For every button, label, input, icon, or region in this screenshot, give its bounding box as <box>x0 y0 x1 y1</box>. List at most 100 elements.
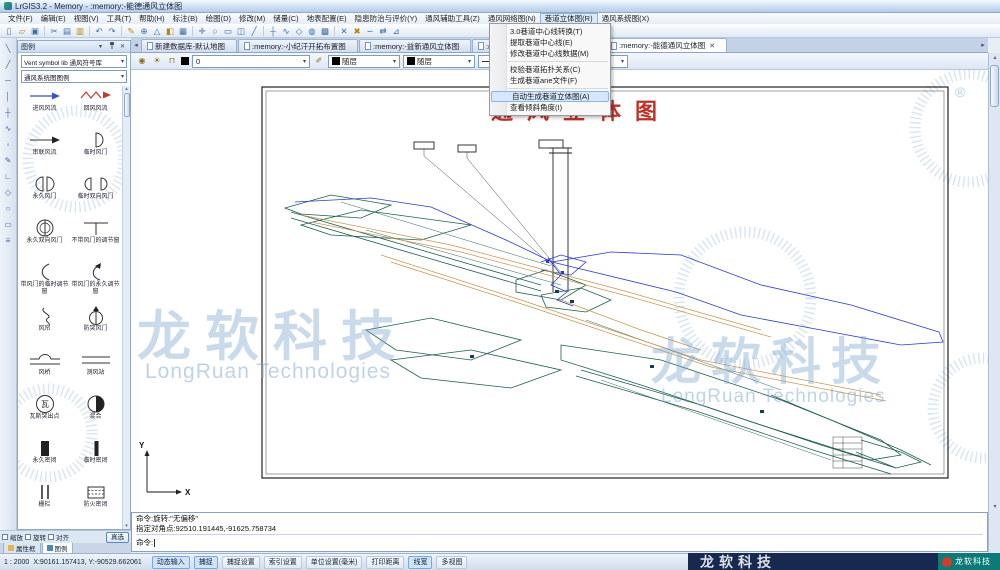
draw-tool-icon[interactable]: ∿ <box>2 122 15 135</box>
symbol-mixed[interactable]: 混合 <box>70 394 121 438</box>
menu-hazard[interactable]: 隐患防治与评价(Y) <box>351 13 422 24</box>
symbol-temp-air-door[interactable]: 临时风门 <box>70 130 121 174</box>
draw-tool-icon[interactable]: ─ <box>2 74 15 87</box>
draw-tool-icon[interactable]: ○ <box>2 202 15 215</box>
sphere-icon[interactable]: ◍ <box>306 25 318 37</box>
draw-tool-icon[interactable]: ◇ <box>2 186 15 199</box>
symbol-temp-regulator[interactable]: 带风门的临时调节窗 <box>19 262 70 306</box>
command-input[interactable]: 命令: <box>136 535 983 548</box>
menu-surface-config[interactable]: 地表配置(E) <box>303 13 351 24</box>
draw-tool-icon[interactable]: ▭ <box>2 218 15 231</box>
zoom-checkbox[interactable] <box>2 534 8 540</box>
hatch-icon[interactable]: ▩ <box>319 25 331 37</box>
symbol-return-airflow[interactable]: 回风风流 <box>70 86 121 130</box>
draw-tool-icon[interactable]: ≡ <box>2 234 15 247</box>
dynamic-input-toggle[interactable]: 动态输入 <box>152 556 190 569</box>
menu-reserves[interactable]: 储量(C) <box>269 13 302 24</box>
vertical-scrollbar[interactable]: ▴ ▾ <box>988 53 1000 512</box>
scrollbar-thumb[interactable] <box>124 93 130 117</box>
menu-view[interactable]: 视图(V) <box>70 13 103 24</box>
sun-icon[interactable]: ☀ <box>151 55 163 67</box>
draw-tool-icon[interactable]: ╱ <box>2 58 15 71</box>
unit-settings-button[interactable]: 单位设置(毫米) <box>306 556 363 569</box>
open-icon[interactable]: ▱ <box>16 25 28 37</box>
menu-help[interactable]: 帮助(H) <box>135 13 168 24</box>
draw-tool-icon[interactable]: │ <box>2 90 15 103</box>
align-checkbox[interactable] <box>48 534 54 540</box>
select-button[interactable]: 真选 <box>106 532 129 543</box>
color-select[interactable]: 随层 ▾ <box>328 55 400 68</box>
menu-drawing[interactable]: 绘图(D) <box>202 13 235 24</box>
pin-icon[interactable] <box>107 42 116 51</box>
symbol-perm-regulator[interactable]: 带风门的永久调节窗 <box>70 262 121 306</box>
menu-item-view-dip-angle[interactable]: 查看倾斜角度(I) <box>490 102 610 113</box>
symbol-gas-outburst-point[interactable]: 瓦 瓦斯突出点 <box>19 394 70 438</box>
snap-icon[interactable]: ⊕ <box>138 25 150 37</box>
draw-tool-icon[interactable]: ╲ <box>2 42 15 55</box>
tab-scroll-right-icon[interactable]: ▸ <box>978 39 988 52</box>
menu-item-centerline-convert[interactable]: 3.0巷道中心线转换(T) <box>490 26 610 37</box>
command-panel[interactable]: 命令:旋转:"无偏移" 指定对角点:92510.191445,-91625.75… <box>131 512 988 552</box>
snap-toggle[interactable]: 捕捉 <box>194 556 218 569</box>
rotate-icon[interactable]: ○ <box>209 25 221 37</box>
grid-icon[interactable]: ▦ <box>177 25 189 37</box>
scroll-up-icon[interactable]: ▴ <box>989 53 1000 63</box>
print-distance-button[interactable]: 打印距离 <box>366 556 404 569</box>
tab-default-map[interactable]: 新建数据库-默认地图 <box>141 39 237 52</box>
symbol-air-curtain[interactable]: 风帘 <box>19 306 70 350</box>
scroll-down-icon[interactable]: ▾ <box>125 523 128 529</box>
draw-tool-icon[interactable]: ┼ <box>2 106 15 119</box>
line-icon[interactable]: ╱ <box>248 25 260 37</box>
scroll-up-icon[interactable]: ▴ <box>125 86 128 92</box>
snap-settings-button[interactable]: 捕捉设置 <box>222 556 260 569</box>
redo-icon[interactable]: ↷ <box>106 25 118 37</box>
tab-scroll-left-icon[interactable]: ◂ <box>131 39 141 52</box>
legend-scrollbar[interactable]: ▴ ▾ <box>122 86 130 529</box>
drawing-canvas[interactable]: Y X 通风立体图 龙软科技 LongRuan Technologies 龙软科… <box>131 70 988 512</box>
symbol-temp-seal[interactable]: 临时密闭 <box>70 438 121 482</box>
symbol-measuring-station[interactable]: 测风站 <box>70 350 121 394</box>
slope-icon[interactable]: ⊿ <box>390 25 402 37</box>
erase-icon[interactable]: ✖ <box>351 25 363 37</box>
scroll-down-icon[interactable]: ▾ <box>989 502 1000 512</box>
symbol-regulator-no-door[interactable]: 不带风门的调节窗 <box>70 218 121 262</box>
panel-menu-icon[interactable]: ▾ <box>96 43 105 50</box>
tab-close-icon[interactable]: ✕ <box>709 42 715 50</box>
menu-item-auto-generate-3d[interactable]: 自动生成巷道立体图(A) <box>491 91 609 102</box>
menu-item-modify-centerline[interactable]: 修改巷道中心线数据(M) <box>490 48 610 59</box>
symbol-intake-airflow[interactable]: 进风风流 <box>19 86 70 130</box>
lineweight-toggle[interactable]: 线宽 <box>408 556 432 569</box>
lock-icon[interactable]: ⊓ <box>166 55 178 67</box>
rect-icon[interactable]: ▭ <box>222 25 234 37</box>
symbol-series-airflow[interactable]: 串联风流 <box>19 130 70 174</box>
menu-file[interactable]: 文件(F) <box>4 13 37 24</box>
cross-icon[interactable]: ┼ <box>267 25 279 37</box>
multiview-button[interactable]: 多视图 <box>436 556 467 569</box>
menu-modify[interactable]: 修改(M) <box>235 13 269 24</box>
menu-edit[interactable]: 编辑(E) <box>37 13 70 24</box>
close-icon[interactable]: ✕ <box>118 43 127 50</box>
tab-xiaojihan-layout[interactable]: :memory:-小纪汗开拓布置图 <box>238 39 358 52</box>
paste-icon[interactable]: ▥ <box>74 25 86 37</box>
menu-vent-tools[interactable]: 通风辅助工具(Z) <box>421 13 484 24</box>
copy-icon[interactable]: ▤ <box>61 25 73 37</box>
menu-item-extract-centerline[interactable]: 提取巷道中心线(E) <box>490 37 610 48</box>
delete-icon[interactable]: ✕ <box>338 25 350 37</box>
symbol-perm-seal[interactable]: 永久密闭 <box>19 438 70 482</box>
menu-item-generate-ane[interactable]: 生成巷道ane文件(F) <box>490 75 610 86</box>
linetype-select[interactable]: 随层 ▾ <box>403 55 475 68</box>
sheet-icon[interactable]: ◫ <box>235 25 247 37</box>
angle-icon[interactable]: △ <box>151 25 163 37</box>
symbol-fence[interactable]: 栅栏 <box>19 482 70 526</box>
save-icon[interactable]: ▣ <box>29 25 41 37</box>
legend-category-select[interactable]: 通风系统图图例 ▾ <box>21 70 127 83</box>
tab-yixin-vent-3d[interactable]: :memory:-益新通风立体图 <box>359 39 471 52</box>
symbol-air-bridge[interactable]: 风桥 <box>19 350 70 394</box>
rotate-checkbox[interactable] <box>25 534 31 540</box>
menu-annotate[interactable]: 标注(B) <box>169 13 202 24</box>
symbol-perm-air-door[interactable]: 永久风门 <box>19 174 70 218</box>
draw-tool-icon[interactable]: ∟ <box>2 170 15 183</box>
symbol-perm-double-door[interactable]: 永久双向风门 <box>19 218 70 262</box>
bulb-icon[interactable]: ◉ <box>136 55 148 67</box>
symbol-fire-seal[interactable]: 防火密闭 <box>70 482 121 526</box>
